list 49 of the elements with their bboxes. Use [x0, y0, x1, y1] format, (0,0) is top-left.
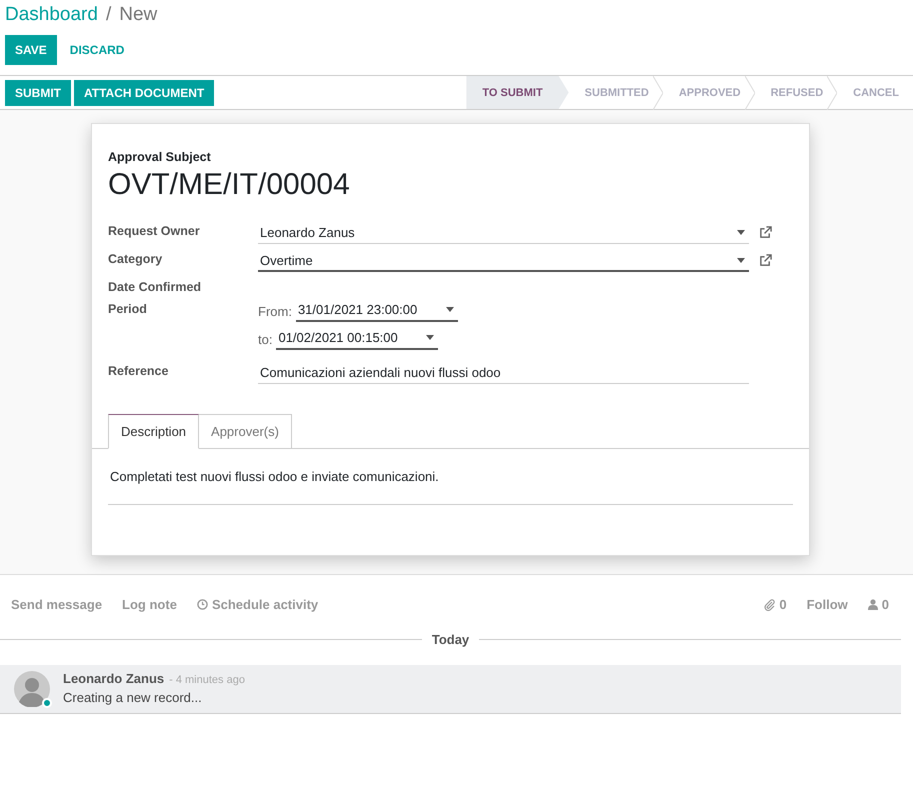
attachments-button[interactable]: 0 — [764, 597, 787, 612]
description-text[interactable]: Completati test nuovi flussi odoo e inviate comunicazioni. — [108, 449, 793, 505]
input-field[interactable]: Comunicazioni aziendali nuovi flussi odoo — [258, 362, 749, 384]
field-label: Category — [108, 251, 164, 266]
person-icon — [868, 599, 878, 610]
field-label: Request Owner — [108, 223, 201, 238]
clock-icon — [196, 599, 208, 610]
tab[interactable]: Approver(s) — [199, 414, 292, 449]
field-label: Reference — [108, 363, 170, 378]
status-stage[interactable]: TO SUBMIT — [466, 76, 569, 109]
chatter-action[interactable]: Schedule activity — [196, 597, 318, 612]
field-label: Period — [108, 301, 148, 316]
select-field[interactable]: Leonardo Zanus — [258, 222, 749, 244]
select-field[interactable]: Overtime — [258, 250, 749, 272]
paperclip-icon — [764, 598, 776, 610]
subject-title: OVT/ME/IT/00004 — [108, 168, 351, 202]
follow-button[interactable]: Follow — [806, 597, 848, 612]
message-time: - 4 minutes ago — [169, 674, 245, 686]
breadcrumb-current: New — [119, 4, 158, 26]
followers-button[interactable]: 0 — [868, 597, 889, 612]
breadcrumb-separator: / — [106, 4, 112, 26]
external-link-icon[interactable] — [759, 226, 772, 239]
message-author[interactable]: Leonardo Zanus — [63, 671, 164, 686]
date-field[interactable]: 01/02/2021 00:15:00 — [276, 328, 438, 350]
subject-label: Approval Subject — [108, 150, 212, 164]
to-label: to: — [258, 332, 272, 346]
message-body: Creating a new record... — [63, 690, 203, 705]
discard-button[interactable]: DISCARD — [60, 35, 134, 65]
action-button[interactable]: SUBMIT — [5, 80, 71, 106]
chatter-action[interactable]: Log note — [122, 597, 177, 612]
caret-icon — [737, 230, 745, 235]
date-separator: Today — [432, 632, 470, 647]
breadcrumb-link[interactable]: Dashboard — [5, 4, 98, 26]
date-field[interactable]: 31/01/2021 23:00:00 — [296, 300, 458, 322]
status-stage[interactable]: REFUSED — [754, 76, 838, 109]
field-label: Date Confirmed — [108, 279, 202, 294]
tab[interactable]: Description — [108, 414, 200, 449]
chatter-action[interactable]: Send message — [11, 597, 102, 612]
from-label: From: — [258, 304, 292, 318]
external-link-icon[interactable] — [759, 254, 772, 267]
caret-icon — [426, 335, 434, 340]
action-button[interactable]: ATTACH DOCUMENT — [74, 80, 214, 106]
status-stage[interactable]: CANCEL — [837, 76, 913, 109]
caret-icon — [737, 258, 745, 262]
status-stage[interactable]: APPROVED — [662, 76, 755, 109]
caret-icon — [446, 307, 454, 312]
avatar — [14, 671, 50, 707]
status-stage[interactable]: SUBMITTED — [568, 76, 663, 109]
save-button[interactable]: SAVE — [5, 35, 57, 65]
